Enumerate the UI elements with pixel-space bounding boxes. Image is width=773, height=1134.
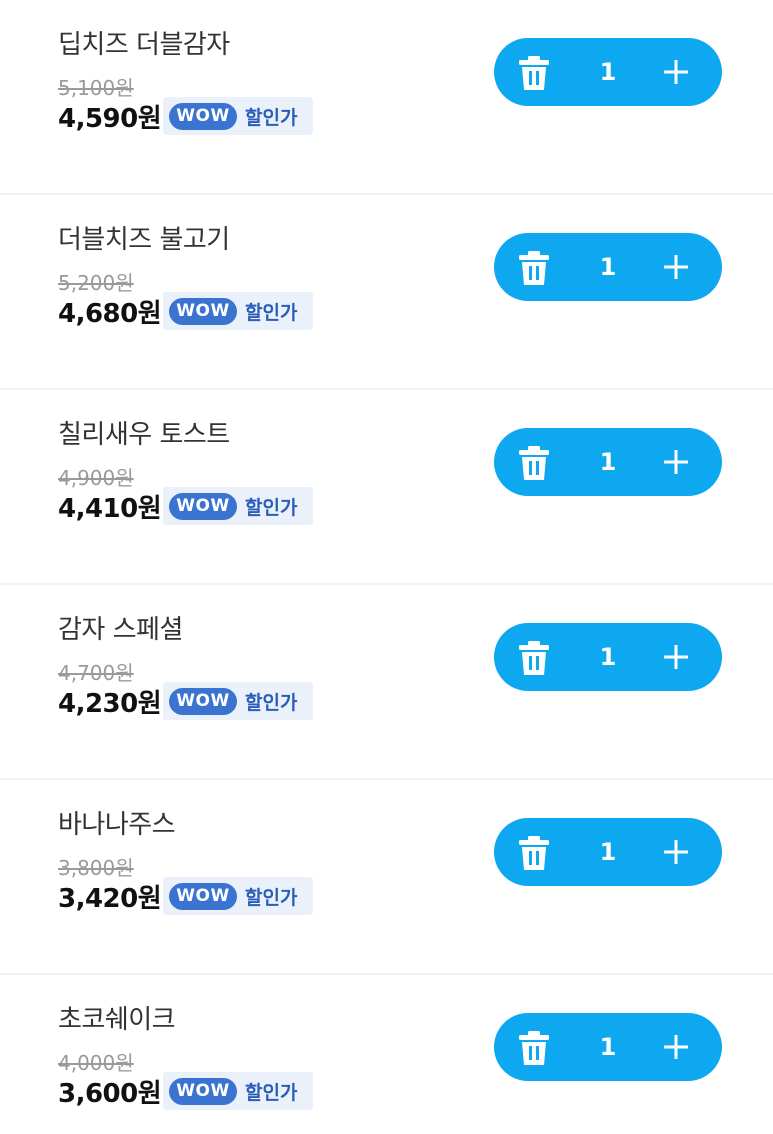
cart-item: 더블치즈 불고기 5,200원 4,680원 WOW 할인가 1 (0, 195, 773, 390)
wow-label: WOW (169, 492, 237, 520)
original-price: 4,700원 (58, 661, 134, 685)
original-price: 5,200원 (58, 271, 134, 295)
plus-icon[interactable] (664, 60, 688, 84)
wow-discount-badge: WOW 할인가 (163, 292, 313, 330)
sale-price: 4,590원 (58, 104, 162, 134)
wow-label: WOW (169, 882, 237, 910)
sale-price: 4,410원 (58, 494, 162, 524)
plus-icon[interactable] (664, 840, 688, 864)
quantity-value: 1 (599, 58, 617, 86)
quantity-value: 1 (599, 253, 617, 281)
wow-discount-badge: WOW 할인가 (163, 682, 313, 720)
sale-price: 4,230원 (58, 689, 162, 719)
item-name: 초코쉐이크 (58, 1005, 176, 1035)
wow-label: WOW (169, 297, 237, 325)
item-name: 더블치즈 불고기 (58, 225, 230, 255)
item-name: 딥치즈 더블감자 (58, 30, 230, 60)
cart-item: 칠리새우 토스트 4,900원 4,410원 WOW 할인가 1 (0, 390, 773, 585)
wow-discount-badge: WOW 할인가 (163, 1072, 313, 1110)
cart-item: 초코쉐이크 4,000원 3,600원 WOW 할인가 1 (0, 975, 773, 1134)
wow-discount-badge: WOW 할인가 (163, 487, 313, 525)
plus-icon[interactable] (664, 255, 688, 279)
trash-icon[interactable] (518, 1031, 550, 1065)
trash-icon[interactable] (518, 446, 550, 480)
original-price: 4,900원 (58, 466, 134, 490)
wow-discount-badge: WOW 할인가 (163, 97, 313, 135)
original-price: 3,800원 (58, 856, 134, 880)
quantity-value: 1 (599, 643, 617, 671)
wow-label: WOW (169, 1077, 237, 1105)
quantity-value: 1 (599, 1033, 617, 1061)
trash-icon[interactable] (518, 251, 550, 285)
quantity-stepper: 1 (494, 1013, 722, 1081)
discount-label: 할인가 (245, 691, 298, 714)
discount-label: 할인가 (245, 496, 298, 519)
discount-label: 할인가 (245, 1081, 298, 1104)
trash-icon[interactable] (518, 641, 550, 675)
quantity-stepper: 1 (494, 623, 722, 691)
quantity-stepper: 1 (494, 818, 722, 886)
cart-item: 딥치즈 더블감자 5,100원 4,590원 WOW 할인가 1 (0, 0, 773, 195)
original-price: 4,000원 (58, 1051, 134, 1075)
quantity-value: 1 (599, 448, 617, 476)
wow-discount-badge: WOW 할인가 (163, 877, 313, 915)
trash-icon[interactable] (518, 56, 550, 90)
item-name: 칠리새우 토스트 (58, 420, 230, 450)
quantity-stepper: 1 (494, 233, 722, 301)
sale-price: 3,600원 (58, 1079, 162, 1109)
cart-item-list: 딥치즈 더블감자 5,100원 4,590원 WOW 할인가 1 더블치즈 불고… (0, 0, 773, 1134)
original-price: 5,100원 (58, 76, 134, 100)
discount-label: 할인가 (245, 301, 298, 324)
plus-icon[interactable] (664, 450, 688, 474)
plus-icon[interactable] (664, 1035, 688, 1059)
item-name: 감자 스페셜 (58, 615, 183, 645)
quantity-stepper: 1 (494, 428, 722, 496)
sale-price: 3,420원 (58, 884, 162, 914)
plus-icon[interactable] (664, 645, 688, 669)
discount-label: 할인가 (245, 886, 298, 909)
discount-label: 할인가 (245, 106, 298, 129)
cart-item: 감자 스페셜 4,700원 4,230원 WOW 할인가 1 (0, 585, 773, 780)
sale-price: 4,680원 (58, 299, 162, 329)
quantity-value: 1 (599, 838, 617, 866)
quantity-stepper: 1 (494, 38, 722, 106)
item-name: 바나나주스 (58, 810, 176, 840)
trash-icon[interactable] (518, 836, 550, 870)
cart-item: 바나나주스 3,800원 3,420원 WOW 할인가 1 (0, 780, 773, 975)
wow-label: WOW (169, 102, 237, 130)
wow-label: WOW (169, 687, 237, 715)
